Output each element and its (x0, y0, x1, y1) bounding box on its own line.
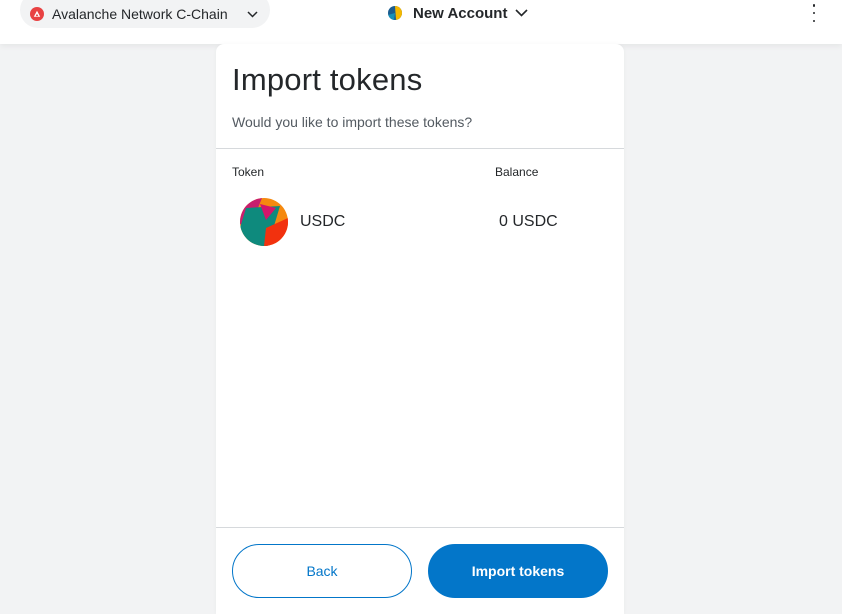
column-header-balance: Balance (495, 165, 539, 179)
back-button[interactable]: Back (232, 544, 412, 598)
divider (216, 148, 624, 149)
account-avatar-icon (388, 6, 402, 20)
page-subtitle: Would you like to import these tokens? (232, 114, 473, 130)
top-bar: Avalanche Network C-Chain New Account (0, 0, 842, 44)
chevron-down-icon (247, 10, 258, 18)
account-selector[interactable]: New Account (388, 0, 529, 26)
network-label: Avalanche Network C-Chain (52, 6, 228, 22)
avalanche-icon (30, 7, 44, 21)
import-tokens-card: Import tokens Would you like to import t… (216, 44, 624, 614)
network-selector[interactable]: Avalanche Network C-Chain (20, 0, 270, 28)
divider (216, 527, 624, 528)
kebab-menu-icon[interactable] (808, 4, 820, 22)
token-row: USDC 0 USDC (240, 198, 600, 246)
column-header-token: Token (232, 165, 265, 179)
token-symbol: USDC (300, 213, 346, 230)
chevron-down-icon (515, 9, 529, 17)
usdc-token-icon (240, 198, 288, 246)
account-name: New Account (413, 4, 508, 22)
page-title: Import tokens (232, 62, 423, 97)
token-balance: 0 USDC (499, 213, 558, 230)
import-tokens-button[interactable]: Import tokens (428, 544, 608, 598)
